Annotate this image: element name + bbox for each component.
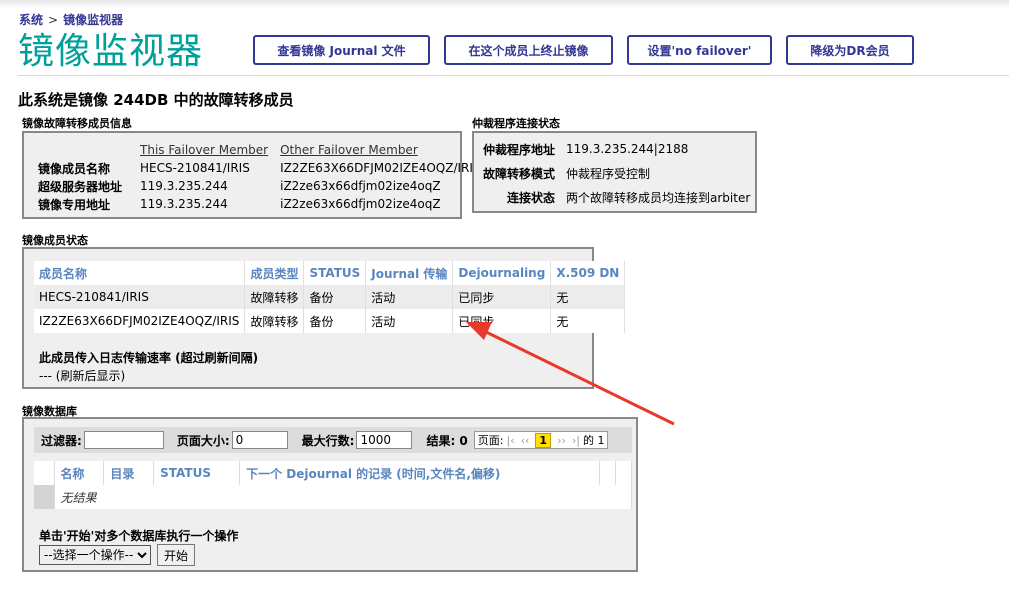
col-extra-2 <box>615 461 632 485</box>
max-rows-input[interactable] <box>356 431 413 449</box>
arbiter-address-label: 仲裁程序地址 <box>483 142 556 157</box>
results-count: 结果: 0 <box>426 433 468 448</box>
col-select <box>34 461 55 485</box>
other-superserver: iZ2ze63x66dfjm02ize4oqZ <box>280 179 441 193</box>
cell-x509-dn: 无 <box>550 309 626 333</box>
breadcrumb-mirror-monitor[interactable]: 镜像监视器 <box>63 13 123 27</box>
col-db-name[interactable]: 名称 <box>54 461 105 485</box>
view-journal-button[interactable]: 查看镜像 Journal 文件 <box>253 35 430 65</box>
stop-mirror-button[interactable]: 在这个成员上终止镜像 <box>444 35 613 65</box>
row-selector <box>34 485 55 509</box>
other-mirror-address: iZ2ze63x66dfjm02ize4oqZ <box>280 197 441 211</box>
arbiter-address-value: 119.3.235.244|2188 <box>566 142 689 156</box>
pager: 页面: |‹ ‹‹ 1 ›› ›| 的 1 <box>473 431 609 449</box>
bulk-action-select[interactable]: --选择一个操作-- <box>39 545 151 565</box>
arbiter-label: 仲裁程序连接状态 <box>472 117 560 130</box>
bulk-action-row: --选择一个操作-- 开始 <box>39 544 196 566</box>
col-other-member: Other Failover Member <box>280 143 418 157</box>
page-size-input[interactable] <box>231 431 288 449</box>
failover-info-label: 镜像故障转移成员信息 <box>22 117 132 130</box>
col-db-status[interactable]: STATUS <box>153 461 241 485</box>
prev-page-button[interactable]: ‹‹ <box>521 434 530 447</box>
table-row: IZ2ZE63X66DFJM02IZE4OQZ/IRIS 故障转移 备份 活动 … <box>34 309 626 333</box>
col-member-type[interactable]: 成员类型 <box>244 261 305 285</box>
this-member-name: HECS-210841/IRIS <box>140 161 250 175</box>
breadcrumb: 系统 > 镜像监视器 <box>19 11 123 28</box>
other-member-name: IZ2ZE63X66DFJM02IZE4OQZ/IRIS <box>280 161 481 175</box>
set-no-failover-button[interactable]: 设置'no failover' <box>627 35 772 65</box>
current-page[interactable]: 1 <box>535 432 552 448</box>
failover-mode-value: 仲裁程序受控制 <box>566 166 651 181</box>
this-superserver: 119.3.235.244 <box>140 179 228 193</box>
action-bar: 查看镜像 Journal 文件 在这个成员上终止镜像 设置'no failove… <box>253 35 928 65</box>
col-db-directory[interactable]: 目录 <box>103 461 155 485</box>
breadcrumb-separator: > <box>48 13 59 27</box>
last-page-button[interactable]: ›| <box>572 434 580 447</box>
max-rows-label: 最大行数: <box>301 433 355 448</box>
col-journal-transfer[interactable]: Journal 传输 <box>365 261 454 285</box>
table-row: 无结果 <box>34 485 632 509</box>
db-table-header: 名称 目录 STATUS 下一个 Dejournal 的记录 (时间,文件名,偏… <box>34 461 632 485</box>
mirror-address-label: 镜像专用地址 <box>38 197 111 212</box>
arbiter-panel: 仲裁程序地址 119.3.235.244|2188 故障转移模式 仲裁程序受控制… <box>472 131 757 213</box>
cell-member-type: 故障转移 <box>244 285 305 309</box>
failover-mode-label: 故障转移模式 <box>483 166 556 181</box>
page-label: 页面: <box>477 434 504 447</box>
cell-status: 备份 <box>303 285 367 309</box>
first-page-button[interactable]: |‹ <box>506 434 514 447</box>
cell-x509-dn: 无 <box>550 285 626 309</box>
journal-rate-value: --- (刷新后显示) <box>39 369 126 383</box>
bulk-action-label: 单击'开始'对多个数据库执行一个操作 <box>39 529 239 543</box>
member-status-table: 成员名称 成员类型 STATUS Journal 传输 Dejournaling… <box>34 261 626 333</box>
mirror-db-panel: 过滤器: 页面大小: 最大行数: 结果: 0 页面: |‹ ‹‹ 1 ›› ›|… <box>22 417 638 572</box>
col-extra-1 <box>599 461 616 485</box>
col-dejournaling[interactable]: Dejournaling <box>452 261 552 285</box>
cell-dejournaling: 已同步 <box>452 309 552 333</box>
cell-member-name: HECS-210841/IRIS <box>34 285 246 309</box>
cell-status: 备份 <box>303 309 367 333</box>
failover-info-table: This Failover Member Other Failover Memb… <box>38 141 487 213</box>
col-this-member: This Failover Member <box>140 143 269 157</box>
col-member-name[interactable]: 成员名称 <box>34 261 246 285</box>
filter-input[interactable] <box>83 431 164 449</box>
cell-dejournaling: 已同步 <box>452 285 552 309</box>
top-shadow <box>0 0 1009 8</box>
demote-dr-button[interactable]: 降级为DR会员 <box>786 35 914 65</box>
breadcrumb-system[interactable]: 系统 <box>19 13 43 27</box>
arbiter-table: 仲裁程序地址 119.3.235.244|2188 故障转移模式 仲裁程序受控制… <box>482 137 751 209</box>
journal-rate-label: 此成员传入日志传输速率 (超过刷新间隔) <box>39 351 259 365</box>
mirror-db-table: 名称 目录 STATUS 下一个 Dejournal 的记录 (时间,文件名,偏… <box>34 461 632 509</box>
divider <box>18 75 1009 76</box>
member-table-header: 成员名称 成员类型 STATUS Journal 传输 Dejournaling… <box>34 261 626 285</box>
col-status[interactable]: STATUS <box>303 261 367 285</box>
col-next-dejournal[interactable]: 下一个 Dejournal 的记录 (时间,文件名,偏移) <box>239 461 600 485</box>
cell-journal-transfer: 活动 <box>365 285 454 309</box>
mirror-role-heading: 此系统是镜像 244DB 中的故障转移成员 <box>18 91 294 109</box>
member-name-label: 镜像成员名称 <box>38 161 111 176</box>
cell-member-type: 故障转移 <box>244 309 305 333</box>
member-status-label: 镜像成员状态 <box>22 234 88 247</box>
filter-label: 过滤器: <box>41 433 82 448</box>
cell-journal-transfer: 活动 <box>365 309 454 333</box>
filter-bar: 过滤器: 页面大小: 最大行数: 结果: 0 页面: |‹ ‹‹ 1 ›› ›|… <box>34 427 632 453</box>
member-status-panel: 成员名称 成员类型 STATUS Journal 传输 Dejournaling… <box>22 247 626 389</box>
no-results: 无结果 <box>54 485 632 509</box>
this-mirror-address: 119.3.235.244 <box>140 197 228 211</box>
table-row: HECS-210841/IRIS 故障转移 备份 活动 已同步 无 <box>34 285 626 309</box>
bulk-go-button[interactable]: 开始 <box>157 544 196 566</box>
failover-info-panel: This Failover Member Other Failover Memb… <box>22 131 481 219</box>
cell-member-name: IZ2ZE63X66DFJM02IZE4OQZ/IRIS <box>34 309 246 333</box>
page-size-label: 页面大小: <box>176 433 230 448</box>
superserver-label: 超级服务器地址 <box>38 179 123 194</box>
page-title: 镜像监视器 <box>18 31 204 72</box>
page-total: 的 1 <box>582 434 605 447</box>
connection-status-label: 连接状态 <box>507 190 556 205</box>
col-x509-dn[interactable]: X.509 DN <box>550 261 626 285</box>
connection-status-value: 两个故障转移成员均连接到arbiter <box>566 190 751 205</box>
next-page-button[interactable]: ›› <box>557 434 566 447</box>
